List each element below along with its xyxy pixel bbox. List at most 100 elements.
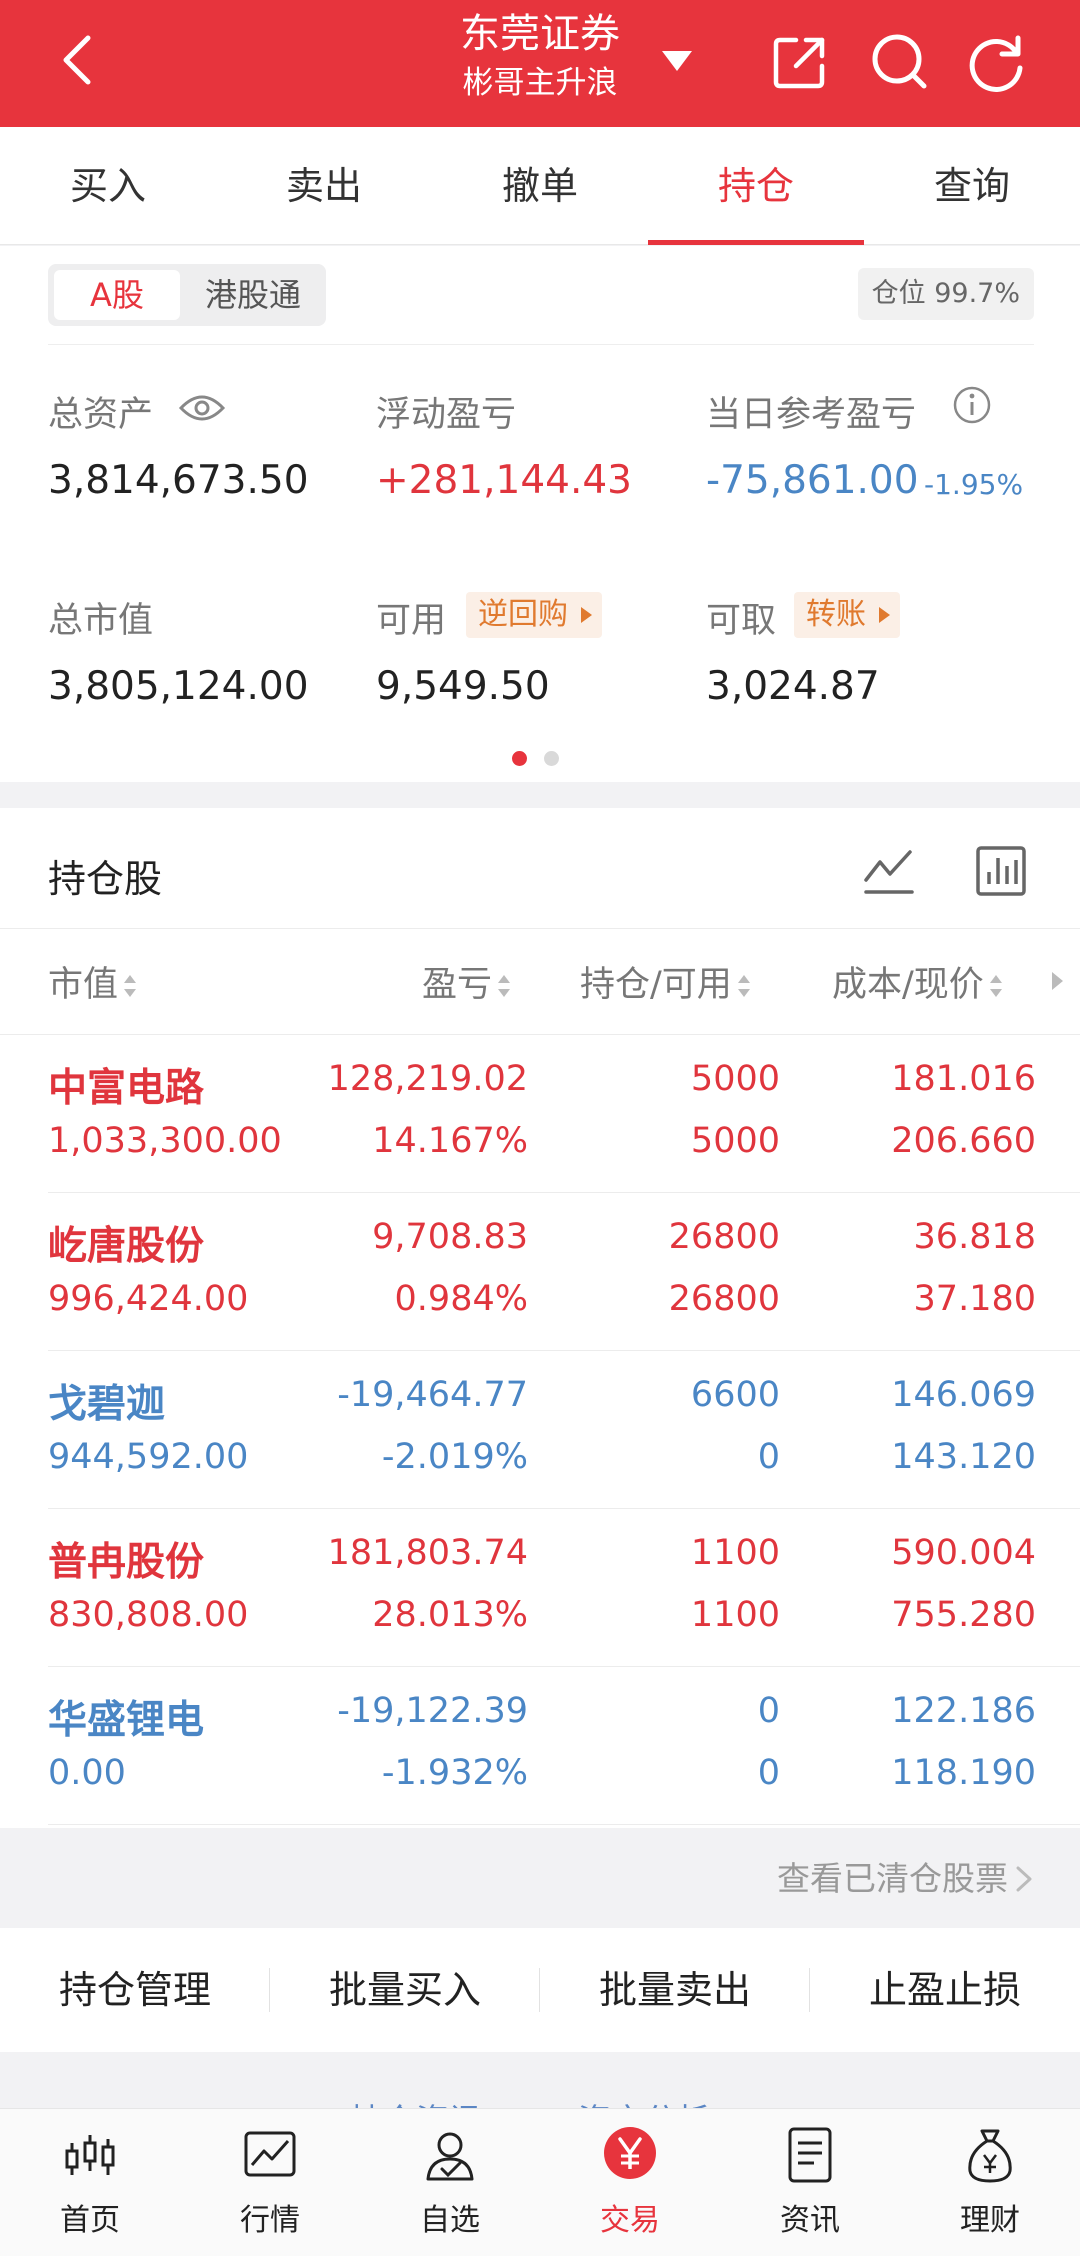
nav-trade[interactable]: 交易 (540, 2109, 720, 2256)
market-value-cell: 1,033,300.00 (48, 1121, 282, 1161)
refresh-icon[interactable] (964, 30, 1028, 94)
batch-buy-button[interactable]: 批量买入 (270, 1928, 540, 2052)
stock-name: 中富电路 (48, 1066, 205, 1111)
asset-summary: A股 港股通 仓位 99.7% 总资产 3,814,673.50 浮动盈亏 +2… (0, 246, 1080, 782)
price-cell: 37.180 (913, 1279, 1036, 1319)
floating-pl-value: +281,144.43 (376, 458, 632, 503)
candlestick-icon (65, 2135, 115, 2175)
nav-label: 理财 (960, 2203, 1020, 2238)
reverse-repo-button[interactable]: 逆回购 (466, 592, 602, 638)
profit-loss-percent-cell: 28.013% (372, 1595, 528, 1635)
column-label: 市值 (48, 965, 119, 1005)
bar-chart-icon[interactable] (974, 844, 1028, 898)
chevron-right-icon (1016, 1866, 1032, 1892)
eye-icon[interactable] (178, 388, 226, 428)
tab-buy[interactable]: 买入 (0, 127, 216, 244)
total-assets-label: 总资产 (48, 395, 154, 435)
table-row[interactable]: 中富电路 1,033,300.00 128,219.02 14.167% 5000 500… (0, 1035, 1080, 1193)
scroll-right-icon[interactable] (1052, 972, 1063, 990)
sort-icon (498, 975, 511, 997)
page-dot-active (512, 751, 527, 766)
cleared-stocks-bar: 查看已清仓股票 (0, 1828, 1080, 1928)
action-label: 止盈止损 (868, 1968, 1021, 2012)
position-cell: 6600 (690, 1375, 780, 1415)
profit-loss-cell: -19,464.77 (337, 1375, 528, 1415)
tab-sell[interactable]: 卖出 (216, 127, 432, 244)
info-icon[interactable] (952, 385, 992, 425)
cost-cell: 146.069 (891, 1375, 1036, 1415)
nav-home[interactable]: 首页 (0, 2109, 180, 2256)
profit-loss-cell: 181,803.74 (327, 1533, 528, 1573)
line-chart-icon[interactable] (862, 844, 916, 898)
account-name: 彬哥主升浪 (462, 65, 618, 101)
divider (48, 1824, 1080, 1825)
bottom-nav: 首页 行情 自选 交易 资讯 理财 (0, 2108, 1080, 2256)
info-tabs-peek: 持仓资讯 资产分析 (0, 2052, 1080, 2112)
sort-icon (989, 975, 1002, 997)
position-management-button[interactable]: 持仓管理 (0, 1928, 270, 2052)
holdings-actions: 持仓管理 批量买入 批量卖出 止盈止损 (0, 1928, 1080, 2052)
segment-a-share[interactable]: A股 (54, 270, 180, 320)
back-icon[interactable] (50, 30, 110, 90)
column-profit-loss[interactable]: 盈亏 (422, 956, 512, 1007)
document-icon (788, 2127, 832, 2183)
money-bag-icon (968, 2129, 1012, 2183)
nav-label: 自选 (420, 2203, 480, 2238)
action-label: 批量卖出 (598, 1968, 751, 2012)
sort-icon (124, 975, 137, 997)
tab-cancel-order[interactable]: 撤单 (432, 127, 648, 244)
account-switcher[interactable]: 东莞证券 彬哥主升浪 (400, 6, 680, 104)
column-market-value[interactable]: 市值 (48, 956, 138, 1007)
position-ratio-badge: 仓位 99.7% (857, 268, 1034, 320)
segment-hk-connect[interactable]: 港股通 (188, 270, 318, 320)
nav-wealth[interactable]: 理财 (900, 2109, 1080, 2256)
cleared-stocks-link[interactable]: 查看已清仓股票 (777, 1852, 1008, 1900)
market-value-cell: 830,808.00 (48, 1595, 249, 1635)
reverse-repo-label: 逆回购 (478, 597, 568, 632)
cost-cell: 122.186 (891, 1691, 1036, 1731)
daily-pl-percent: -1.95% (924, 468, 1024, 501)
caret-right-icon (581, 607, 592, 623)
available-value: 9,549.50 (376, 664, 550, 709)
table-row[interactable]: 普冉股份 830,808.00 181,803.74 28.013% 1100 1100 5… (0, 1509, 1080, 1667)
action-label: 批量买入 (328, 1968, 481, 2012)
holdings-panel: 持仓股 市值 盈亏 持仓/可用 成本/现价 中富电路 1,033,300.00 12… (0, 808, 1080, 1828)
price-cell: 143.120 (891, 1437, 1036, 1477)
app-page: 东莞证券 彬哥主升浪 买入 卖出 撤单 持仓 查询 A股 港股通 仓位 99.7… (0, 0, 1080, 2256)
take-profit-stop-loss-button[interactable]: 止盈止损 (810, 1928, 1080, 2052)
table-row[interactable]: 戈碧迦 944,592.00 -19,464.77 -2.019% 6600 0 146.0… (0, 1351, 1080, 1509)
available-cell: 0 (757, 1437, 780, 1477)
tab-holdings[interactable]: 持仓 (648, 127, 864, 245)
search-icon[interactable] (868, 30, 930, 92)
profit-loss-percent-cell: -2.019% (381, 1437, 528, 1477)
caret-right-icon (879, 607, 890, 623)
share-icon[interactable] (770, 32, 830, 92)
batch-sell-button[interactable]: 批量卖出 (540, 1928, 810, 2052)
table-row[interactable]: 屹唐股份 996,424.00 9,708.83 0.984% 26800 26800 36… (0, 1193, 1080, 1351)
column-cost-price[interactable]: 成本/现价 (832, 956, 1004, 1007)
price-cell: 206.660 (891, 1121, 1036, 1161)
nav-watchlist[interactable]: 自选 (360, 2109, 540, 2256)
withdrawable-label: 可取 (706, 601, 777, 641)
action-label: 持仓管理 (58, 1968, 211, 2012)
column-position-available[interactable]: 持仓/可用 (580, 956, 752, 1007)
table-row[interactable]: 华盛锂电 0.00 -19,122.39 -1.932% 0 0 122.186 118.19… (0, 1667, 1080, 1825)
trend-chart-icon (244, 2131, 296, 2177)
transfer-button[interactable]: 转账 (794, 592, 900, 638)
position-cell: 5000 (690, 1059, 780, 1099)
market-value-value: 3,805,124.00 (48, 664, 309, 709)
nav-market[interactable]: 行情 (180, 2109, 360, 2256)
tab-query[interactable]: 查询 (864, 127, 1080, 244)
floating-pl-label: 浮动盈亏 (376, 395, 517, 435)
available-cell: 1100 (690, 1595, 780, 1635)
market-value-cell: 996,424.00 (48, 1279, 249, 1319)
profit-loss-cell: 9,708.83 (372, 1217, 528, 1257)
withdrawable-value: 3,024.87 (706, 664, 880, 709)
dropdown-icon[interactable] (660, 47, 694, 75)
daily-pl-label: 当日参考盈亏 (706, 395, 917, 435)
nav-news[interactable]: 资讯 (720, 2109, 900, 2256)
available-cell: 5000 (690, 1121, 780, 1161)
holdings-title: 持仓股 (48, 857, 163, 901)
broker-title: 东莞证券 (460, 11, 620, 57)
column-label: 持仓/可用 (580, 965, 732, 1005)
